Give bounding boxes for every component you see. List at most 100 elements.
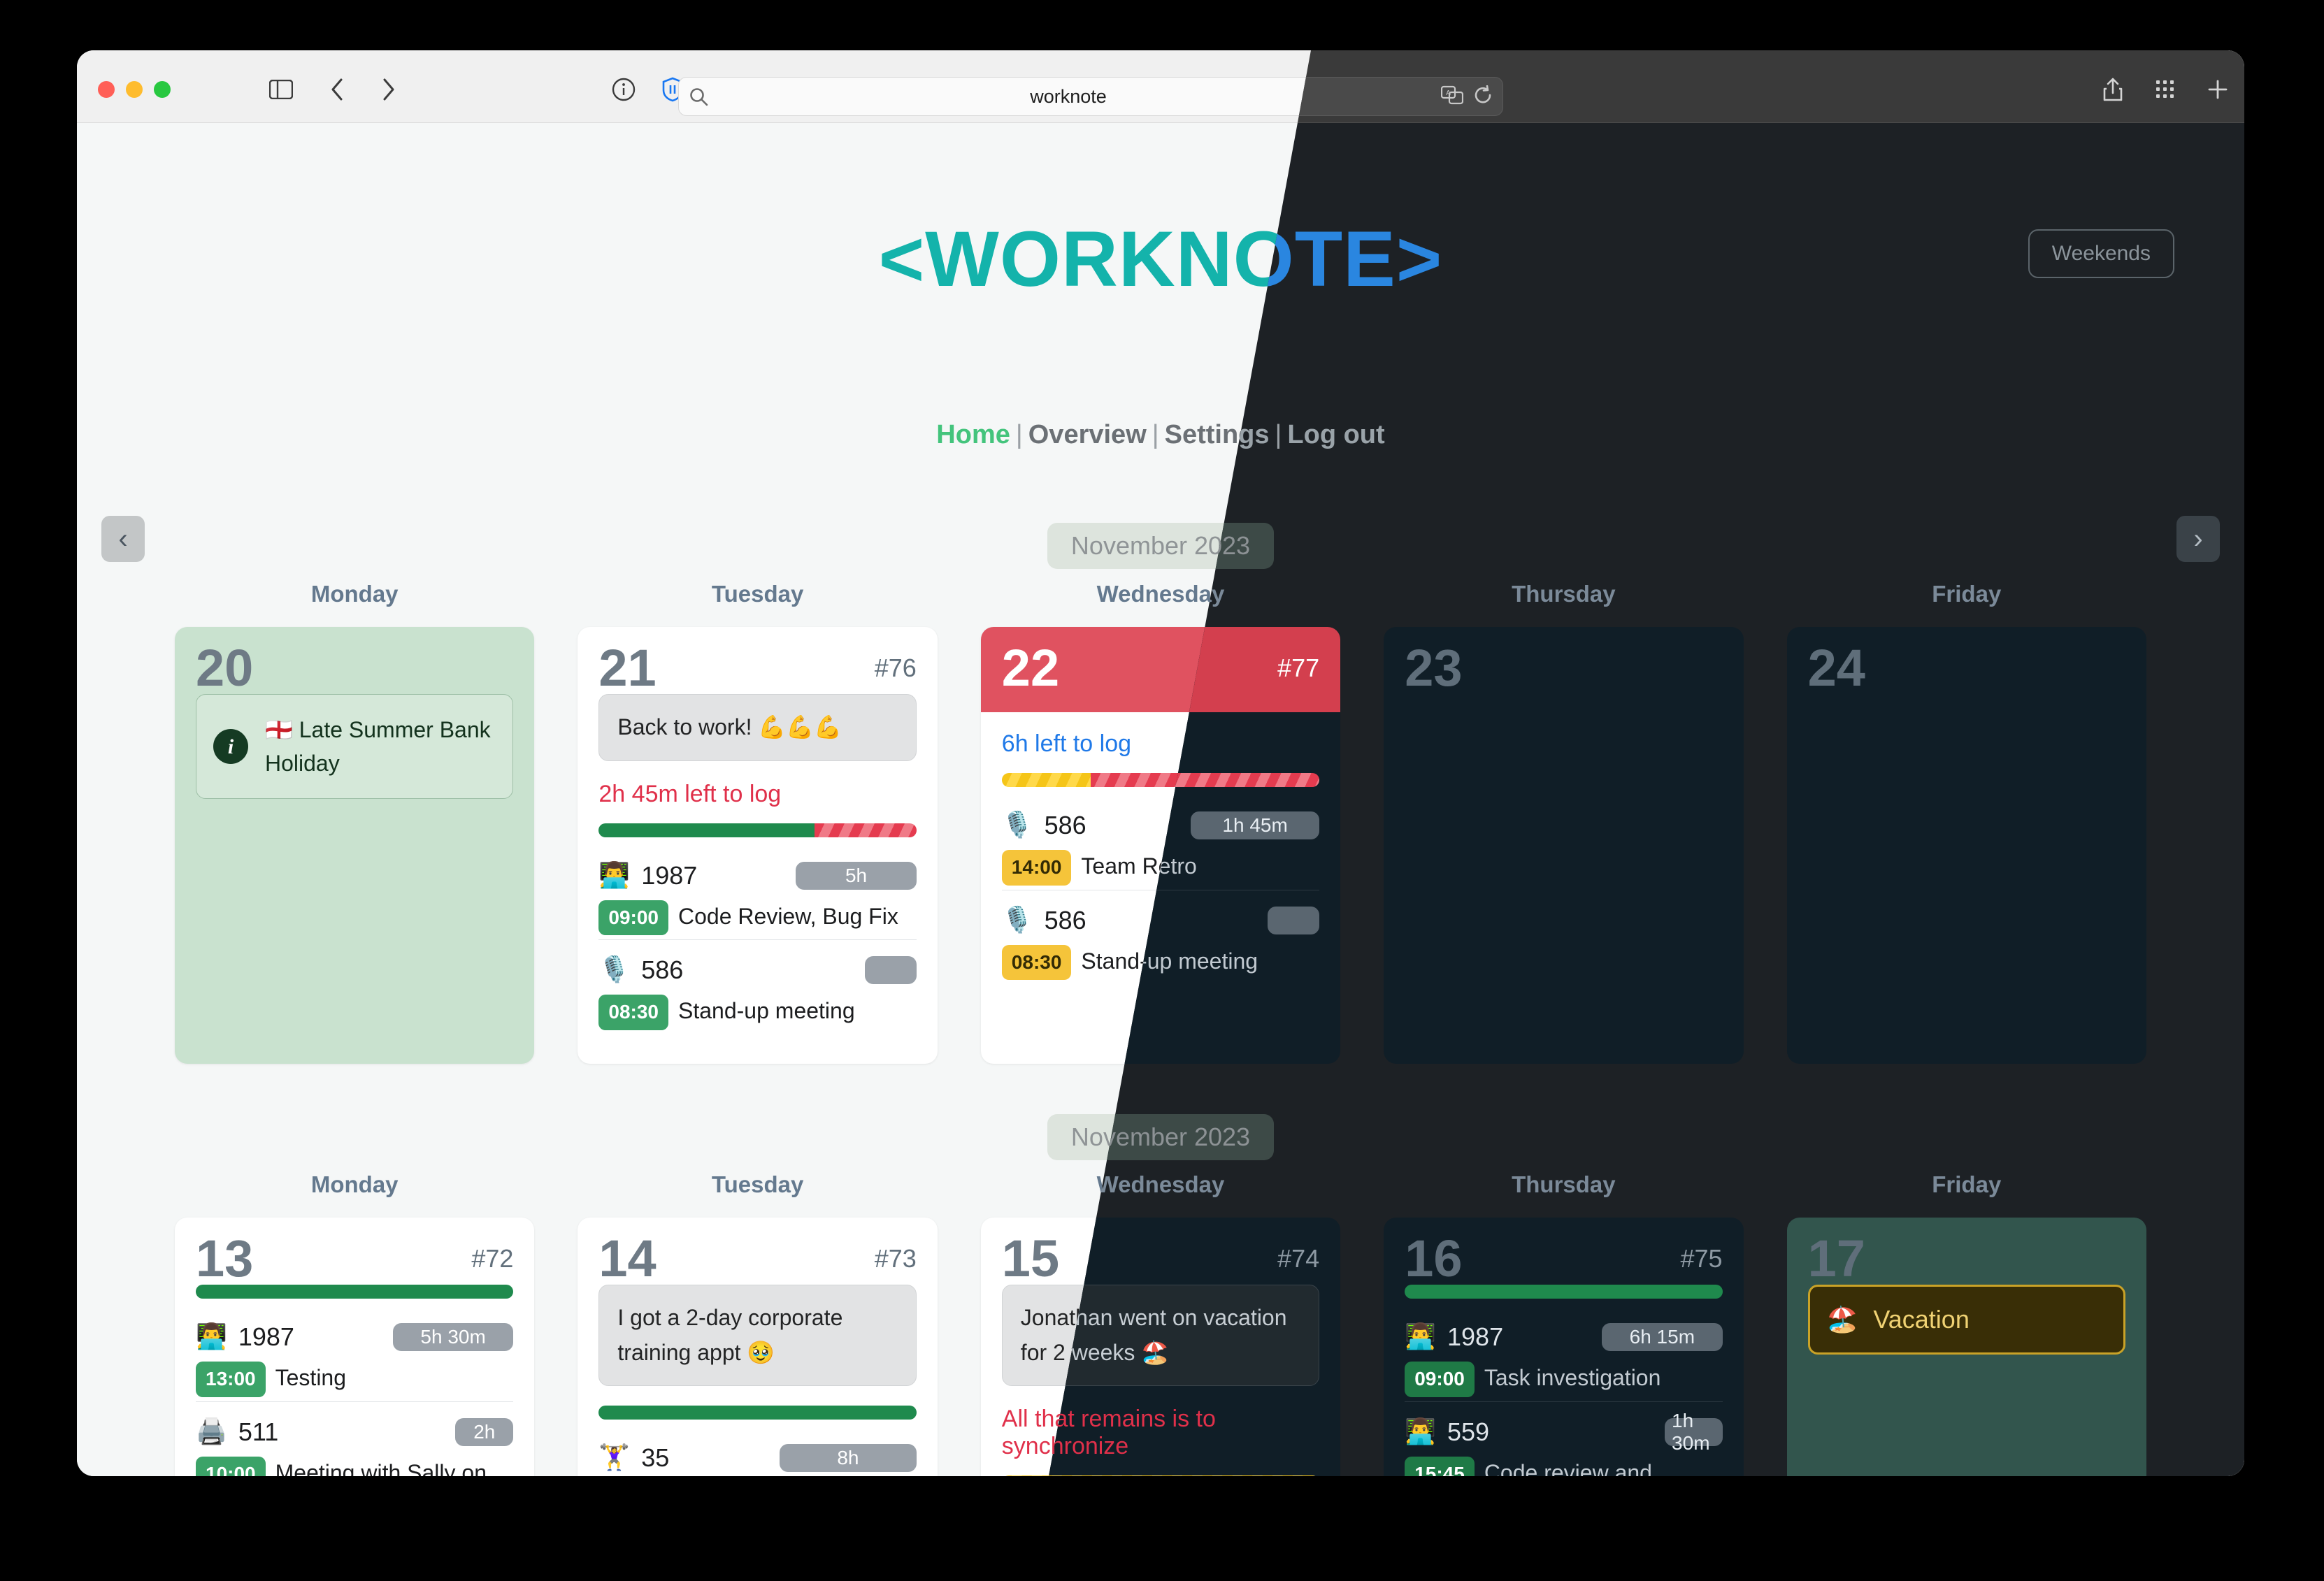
- entry-text: Testing: [275, 1365, 347, 1390]
- log-entry[interactable]: 🖨️ 511 2h 10:00Meeting with Sally on micros…: [196, 1401, 514, 1476]
- day-progress-bar: [1405, 1285, 1723, 1299]
- maximize-window-button[interactable]: [154, 81, 171, 98]
- minimize-window-button[interactable]: [126, 81, 143, 98]
- share-icon[interactable]: [2097, 74, 2128, 105]
- duration-badge[interactable]: 8h: [780, 1444, 917, 1473]
- beach-icon: 🏖️: [1826, 1305, 1858, 1334]
- duration-badge[interactable]: 5h: [796, 861, 917, 890]
- day-name-header: Tuesday: [711, 581, 804, 607]
- day-name-header: Thursday: [1512, 581, 1616, 607]
- day-column: Thursday 23: [1384, 581, 1744, 1064]
- plus-icon[interactable]: [2202, 74, 2233, 105]
- day-card-header: 20: [175, 627, 534, 694]
- day-card-body: 👨‍💻 1987 5h 30m 13:00 Testing 🖨️ 511 2h 10:00Mee…: [175, 1285, 534, 1476]
- window-traffic-lights[interactable]: [98, 81, 171, 98]
- week-number-badge: #72: [471, 1244, 514, 1273]
- nav-separator: |: [1015, 420, 1023, 449]
- day-card-body: 🏖️ Vacation: [1787, 1285, 2146, 1355]
- back-arrow-icon[interactable]: [322, 74, 352, 105]
- log-entry-description: 09:00 Code Review, Bug Fix: [598, 900, 916, 936]
- holiday-label: 🏴󠁧󠁢󠁥󠁮󠁧󠁿 Late Summer Bank Holiday: [265, 717, 491, 776]
- day-card[interactable]: 14 #73 I got a 2-day corporate training ap…: [578, 1218, 938, 1476]
- log-entry[interactable]: 👨‍💻 1987 5h 09:00 Code Review, Bug Fix: [598, 861, 917, 940]
- task-id: 586: [1044, 811, 1086, 839]
- close-window-button[interactable]: [98, 81, 115, 98]
- week-number-badge: #73: [874, 1244, 917, 1273]
- log-entry-header: 🖨️ 511 2h: [196, 1417, 514, 1447]
- day-card-header: 14 #73: [578, 1218, 937, 1285]
- progress-segment-redstripe: [815, 823, 917, 837]
- day-card[interactable]: 13 #72 👨‍💻 1987 5h 30m 13:00 Testing 🖨️ 511 2h 10:…: [175, 1218, 535, 1476]
- duration-track: 5h 30m: [306, 1323, 514, 1351]
- day-card-body: I got a 2-day corporate training appt 🥹 🏋…: [578, 1285, 937, 1476]
- duration-badge[interactable]: 1h 45m: [1191, 811, 1320, 839]
- progress-segment-yellow: [1001, 773, 1091, 787]
- duration-badge[interactable]: 1h 30m: [1665, 1410, 1723, 1454]
- time-remaining-label: 2h 45m left to log: [598, 780, 782, 807]
- info-icon: i: [213, 729, 248, 764]
- browser-window: worknote A: [77, 50, 2244, 1476]
- task-id: 35: [641, 1443, 670, 1473]
- log-entry[interactable]: 👨‍💻 1987 5h 30m 13:00 Testing: [196, 1322, 514, 1401]
- entry-time-chip: 08:30: [598, 995, 669, 1030]
- day-number: 17: [1807, 1229, 1865, 1287]
- forward-arrow-icon[interactable]: [373, 74, 404, 105]
- log-entry[interactable]: 👨‍💻 559 1h 30m15:45Code review and validat…: [1405, 1401, 1723, 1476]
- day-card-header: 24: [1787, 627, 2146, 694]
- day-card[interactable]: 17 🏖️ Vacation: [1786, 1218, 2146, 1476]
- day-number: 16: [1405, 1229, 1463, 1287]
- entry-time-chip: 09:00: [1405, 1362, 1475, 1397]
- duration-badge[interactable]: 6h 15m: [1602, 1323, 1723, 1351]
- day-note[interactable]: Back to work! 💪💪💪: [598, 694, 917, 761]
- day-card[interactable]: 24: [1786, 627, 2146, 1064]
- grid-icon[interactable]: [2150, 74, 2181, 105]
- duration-badge[interactable]: [1268, 906, 1320, 934]
- sidebar-icon[interactable]: [266, 74, 296, 105]
- day-card[interactable]: 23: [1384, 627, 1744, 1064]
- day-column: Tuesday 14 #73 I got a 2-day corporate trai…: [578, 1171, 938, 1476]
- log-entry[interactable]: 🎙️ 586 08:30 Stand-up meeting: [598, 939, 917, 1034]
- nav-item-log-out[interactable]: Log out: [1287, 420, 1384, 449]
- log-entry[interactable]: 🏋️‍♀️358h10:00Online course on informati…: [598, 1443, 917, 1476]
- log-entry[interactable]: 👨‍💻 1987 6h 15m 09:00 Task investigation: [1405, 1322, 1723, 1401]
- nav-item-overview[interactable]: Overview: [1028, 420, 1147, 449]
- task-type-icon: 🖨️: [196, 1417, 227, 1446]
- progress-segment-green: [1405, 1285, 1723, 1299]
- progress-segment-green: [598, 1406, 917, 1420]
- day-note[interactable]: I got a 2-day corporate training appt 🥹: [598, 1285, 917, 1387]
- translate-icon[interactable]: A: [1440, 85, 1464, 108]
- duration-badge[interactable]: [864, 956, 917, 985]
- duration-track: 5h: [708, 861, 917, 890]
- week-number-badge: #76: [874, 654, 917, 682]
- day-card[interactable]: 16 #75 👨‍💻 1987 6h 15m 09:00 Task investigatio…: [1384, 1218, 1744, 1476]
- week-number-badge: #75: [1680, 1244, 1723, 1273]
- progress-segment-green: [196, 1285, 514, 1299]
- log-entry-header: 🎙️ 586: [598, 955, 917, 985]
- task-type-icon: 👨‍💻: [1405, 1322, 1437, 1351]
- day-progress-bar: [196, 1285, 514, 1299]
- week-number-badge: #77: [1277, 654, 1320, 682]
- nav-item-home[interactable]: Home: [936, 420, 1010, 449]
- day-name-header: Monday: [310, 1171, 399, 1197]
- day-card[interactable]: 21 #76 Back to work! 💪💪💪 2h 45m left to log…: [578, 627, 938, 1064]
- day-card[interactable]: 20 i 🏴󠁧󠁢󠁥󠁮󠁧󠁿 Late Summer Bank Holiday: [175, 627, 535, 1064]
- log-entry-description: 08:30 Stand-up meeting: [598, 995, 916, 1030]
- log-entry-description: 09:00 Task investigation: [1405, 1362, 1722, 1397]
- day-name-header: Friday: [1932, 581, 2002, 607]
- entry-time-chip: 13:00: [196, 1362, 266, 1397]
- day-card-header: 16 #75: [1384, 1218, 1743, 1285]
- log-entry-header: 🏋️‍♀️ 35 8h: [598, 1443, 917, 1473]
- duration-badge[interactable]: 2h: [455, 1417, 514, 1446]
- day-card-body: Back to work! 💪💪💪 2h 45m left to log 👨‍💻 19…: [578, 694, 937, 1034]
- day-column: Monday 20 i 🏴󠁧󠁢󠁥󠁮󠁧󠁿 Late Summer Bank Holida…: [175, 581, 535, 1064]
- address-bar-actions[interactable]: A: [1419, 85, 1502, 108]
- reload-icon[interactable]: [1473, 85, 1493, 108]
- task-id: 559: [1447, 1417, 1490, 1446]
- day-name-header: Friday: [1932, 1171, 2002, 1197]
- day-column: Thursday 16 #75 👨‍💻 1987 6h 15m 09:00 Task inve…: [1384, 1171, 1744, 1476]
- info-circle-icon[interactable]: [608, 74, 639, 105]
- weekends-toggle-button[interactable]: Weekends: [2028, 229, 2174, 278]
- duration-badge[interactable]: 5h 30m: [392, 1323, 514, 1351]
- progress-segment-yellow: [1049, 1475, 1320, 1476]
- entry-time-chip: 09:00: [598, 900, 669, 936]
